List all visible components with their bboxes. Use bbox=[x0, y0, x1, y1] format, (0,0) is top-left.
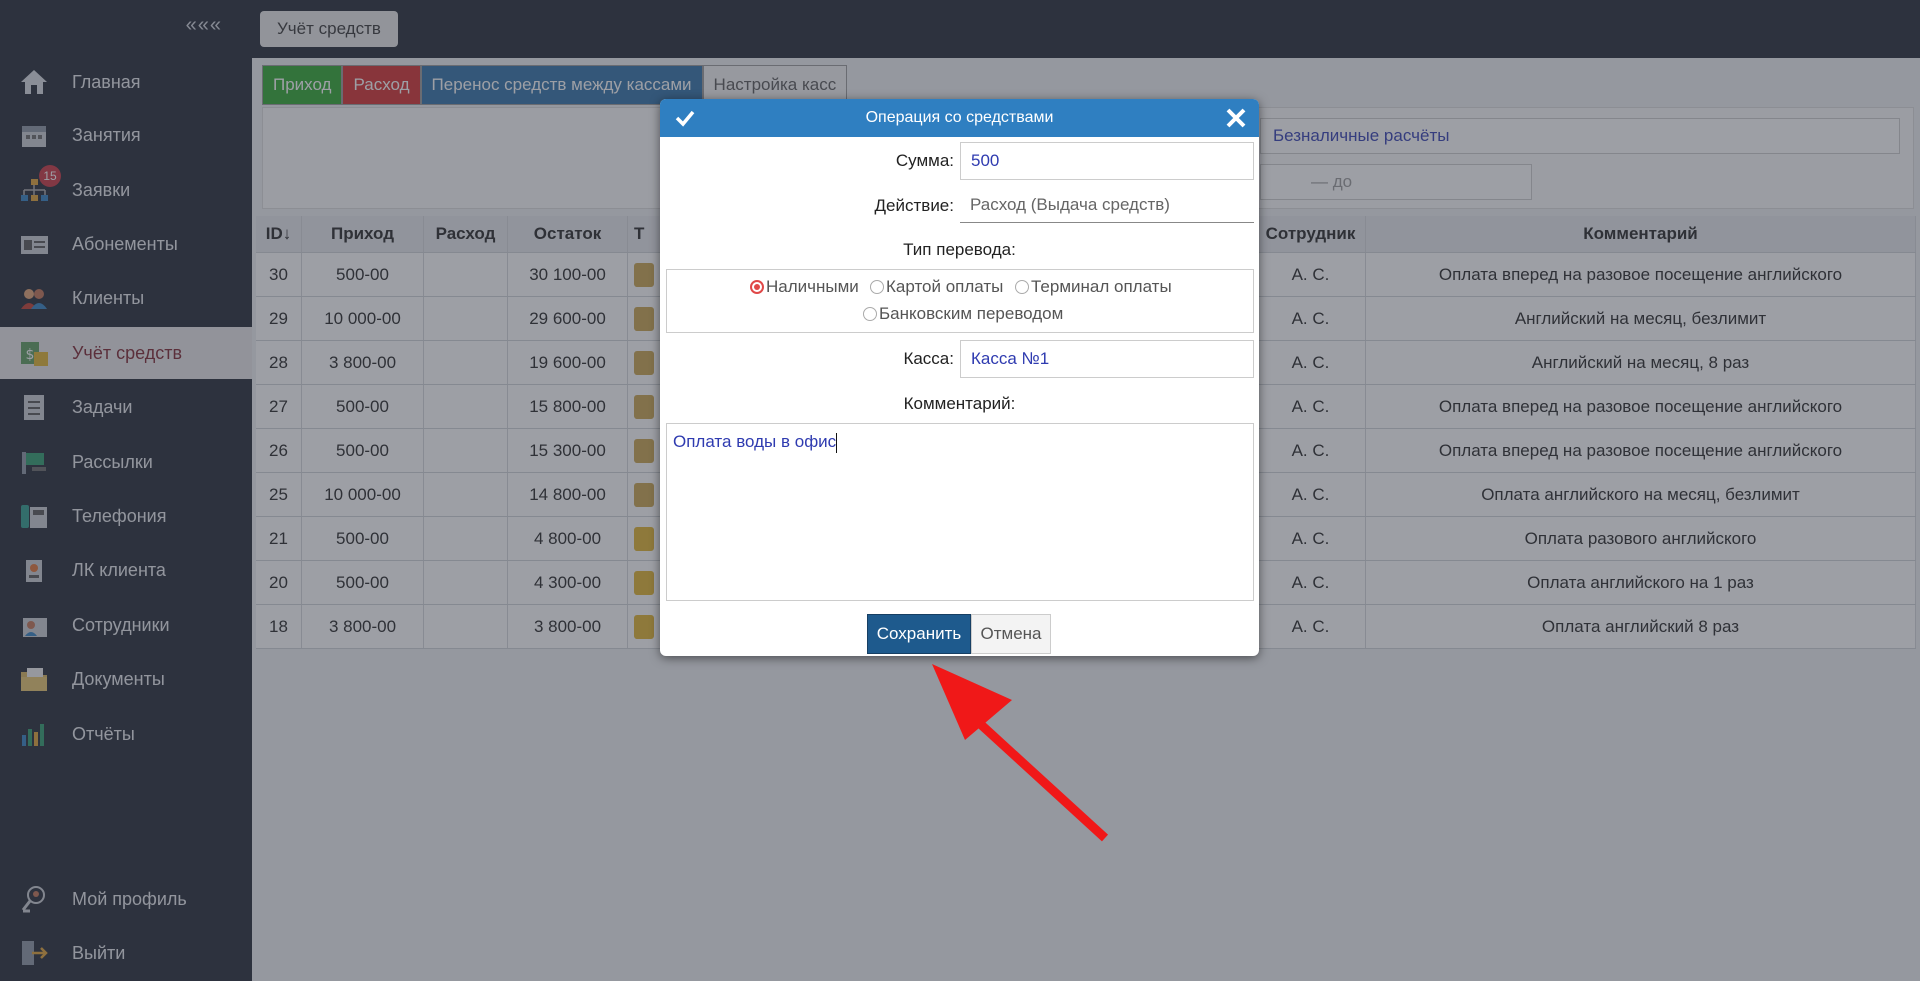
amount-row: Сумма: 500 bbox=[660, 141, 1259, 181]
funds-operation-dialog: Операция со средствами Сумма: 500 Действ… bbox=[660, 99, 1259, 656]
amount-label: Сумма: bbox=[895, 151, 954, 170]
radio-terminal[interactable]: Терминал оплаты bbox=[1015, 277, 1172, 297]
radio-card-label: Картой оплаты bbox=[886, 277, 1004, 296]
action-select[interactable]: Расход (Выдача средств) bbox=[960, 187, 1254, 223]
cancel-button[interactable]: Отмена bbox=[971, 614, 1051, 654]
dialog-header: Операция со средствами bbox=[660, 99, 1259, 137]
radio-terminal-dot[interactable] bbox=[1015, 280, 1029, 294]
radio-cash-dot[interactable] bbox=[750, 280, 764, 294]
check-icon[interactable] bbox=[672, 105, 698, 131]
kassa-label: Касса: bbox=[903, 349, 954, 368]
kassa-row: Касса: Касса №1 bbox=[660, 339, 1259, 379]
radio-bank-label: Банковским переводом bbox=[879, 304, 1064, 323]
dialog-title: Операция со средствами bbox=[865, 109, 1054, 126]
text-caret bbox=[836, 432, 838, 453]
radio-cash[interactable]: Наличными bbox=[750, 277, 859, 297]
action-row: Действие: Расход (Выдача средств) bbox=[660, 186, 1259, 226]
kassa-select[interactable]: Касса №1 bbox=[960, 340, 1254, 378]
action-label: Действие: bbox=[874, 196, 954, 215]
comment-textarea[interactable]: Оплата воды в офис bbox=[666, 423, 1254, 601]
comment-text: Оплата воды в офис bbox=[673, 432, 837, 451]
radio-card-dot[interactable] bbox=[870, 280, 884, 294]
radio-cash-label: Наличными bbox=[766, 277, 859, 296]
pointer-arrow-icon bbox=[932, 664, 1109, 842]
radio-card[interactable]: Картой оплаты bbox=[870, 277, 1003, 297]
transfer-type-group: Наличными Картой оплаты Терминал оплаты … bbox=[666, 269, 1254, 333]
close-icon[interactable] bbox=[1223, 105, 1249, 131]
radio-terminal-label: Терминал оплаты bbox=[1031, 277, 1172, 296]
amount-input[interactable]: 500 bbox=[960, 142, 1254, 180]
radio-bank-dot[interactable] bbox=[863, 307, 877, 321]
radio-bank[interactable]: Банковским переводом bbox=[863, 304, 1063, 324]
save-button[interactable]: Сохранить bbox=[867, 614, 971, 654]
transfer-type-label: Тип перевода: bbox=[903, 240, 1016, 259]
comment-label: Комментарий: bbox=[903, 394, 1016, 413]
